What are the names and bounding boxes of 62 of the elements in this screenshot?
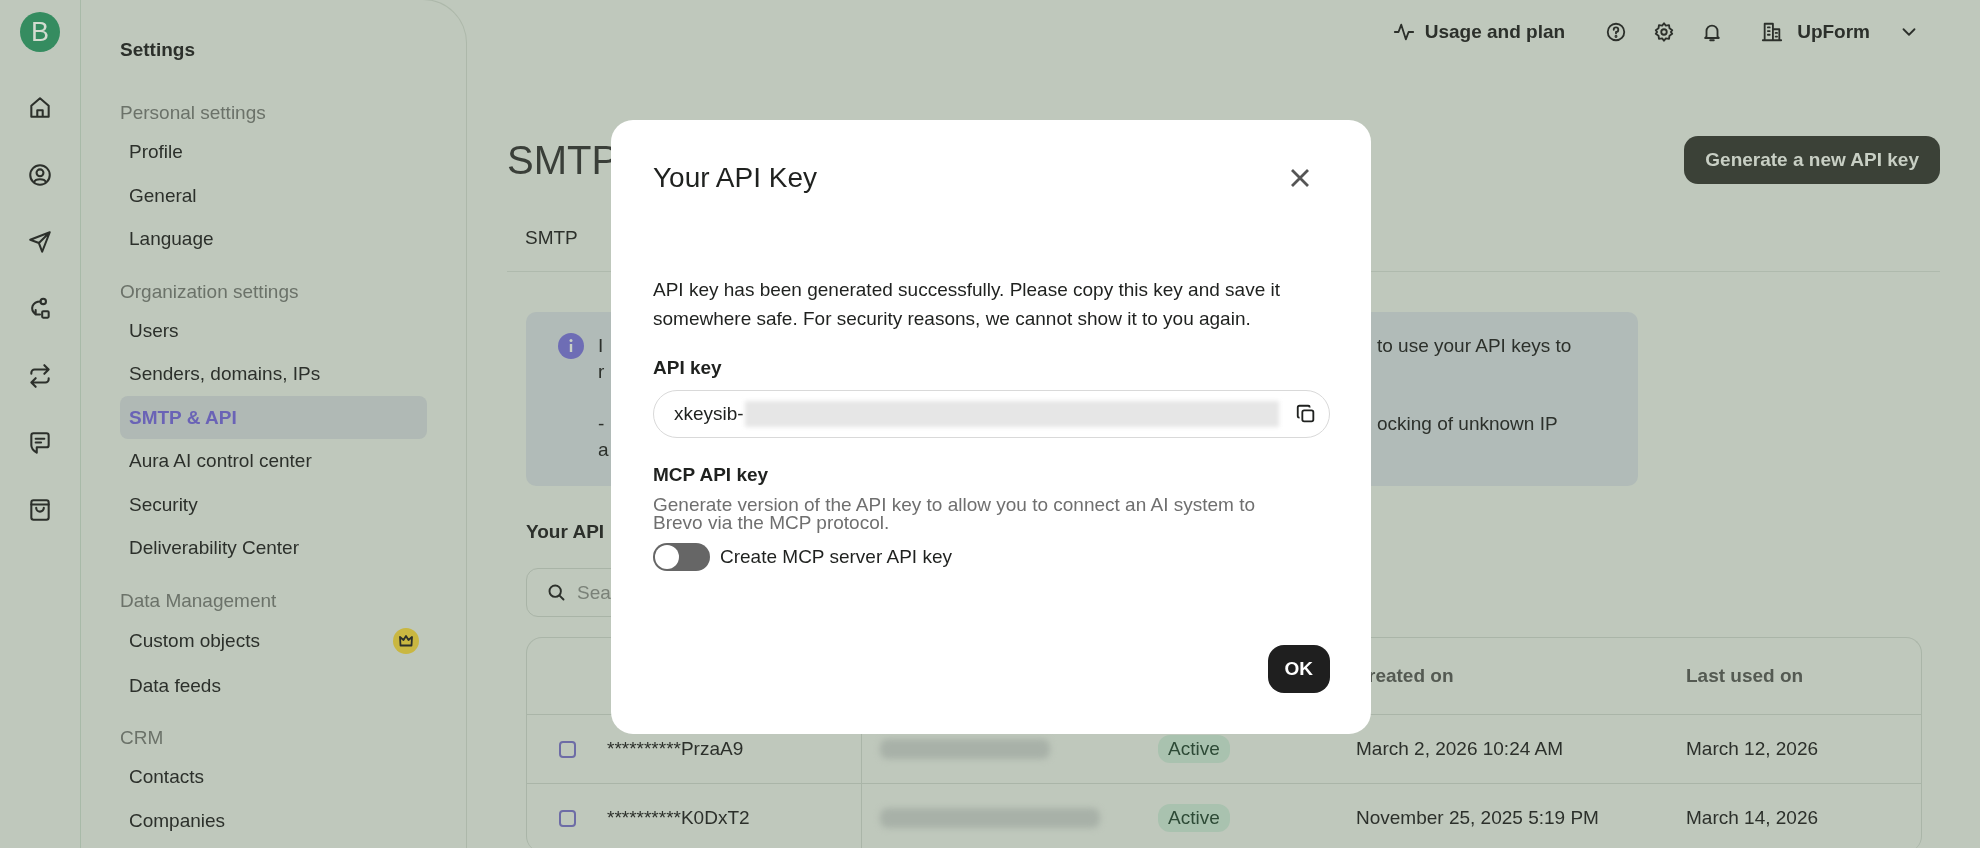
chat-icon[interactable] (27, 430, 53, 456)
sync-icon[interactable] (27, 363, 53, 389)
column-header: Last used on (1686, 665, 1805, 687)
generate-api-key-button[interactable]: Generate a new API key (1684, 136, 1940, 184)
info-icon (558, 333, 584, 359)
info-text: to use your API keys to (1377, 335, 1572, 357)
table-cell-text: **********K0DxT2 (607, 806, 751, 830)
dialog-title: Your API Key (653, 162, 817, 194)
table-cell-text: March 12, 2026 (1686, 737, 1820, 761)
info-text: r (598, 361, 605, 382)
field-label: API key (653, 356, 723, 380)
section-label: Personal settings (120, 101, 266, 125)
settings-item[interactable]: Profile (120, 130, 427, 174)
ok-button[interactable]: OK (1267, 645, 1330, 693)
table-cell-text: March 2, 2026 10:24 AM (1356, 737, 1564, 761)
search-icon (546, 582, 567, 603)
info-text: ocking of unknown IP (1377, 413, 1558, 435)
tab[interactable]: SMTP (507, 214, 596, 271)
info-text: I (598, 335, 604, 356)
settings-item[interactable]: Custom objects (120, 617, 427, 664)
settings-item[interactable]: Senders, domains, IPs (120, 352, 427, 396)
section-label: Data Management (120, 588, 277, 613)
organization-switcher[interactable]: UpForm (1761, 21, 1920, 43)
settings-item[interactable]: Companies (120, 798, 427, 842)
row-checkbox[interactable] (558, 740, 576, 758)
activity-icon (1392, 21, 1415, 43)
contact-icon[interactable] (27, 162, 53, 188)
info-text: a (598, 439, 609, 460)
section-label: Organization settings (120, 279, 299, 304)
shopping-bag-icon[interactable] (27, 497, 53, 523)
settings-item[interactable]: Aura AI control center (120, 439, 427, 483)
home-icon[interactable] (27, 95, 53, 121)
row-checkbox[interactable] (558, 809, 576, 827)
page-title: SMTP (507, 137, 619, 183)
settings-item[interactable]: Contacts (120, 755, 427, 799)
help-text: Generate version of the API key to allow you to connect an AI system to Brevo via the MCP protocol. (653, 496, 1256, 532)
send-icon[interactable] (27, 229, 53, 255)
copy-icon[interactable] (1295, 403, 1317, 425)
settings-item[interactable]: Deliverability Center (120, 526, 427, 570)
table-cell-text: March 14, 2026 (1686, 806, 1820, 830)
dialog-message: API key has been generated successfully. Please copy this key and save it somewhere safe. For security reasons, we cannot show it to you again. (653, 278, 1281, 331)
usage-and-plan-link[interactable]: Usage and plan (1392, 21, 1566, 43)
table-cell-text: November 25, 2025 5:19 PM (1356, 806, 1600, 830)
section-label: CRM (120, 726, 164, 750)
settings-heading: Settings (120, 38, 195, 62)
status-badge: Active (1158, 735, 1230, 763)
status-badge: Active (1158, 804, 1230, 832)
help-icon[interactable] (1605, 21, 1628, 43)
table-cell-text: **********PrzaA9 (607, 737, 745, 761)
settings-item[interactable]: General (120, 173, 427, 217)
settings-icon[interactable] (1653, 21, 1676, 43)
section-heading: Your API (526, 520, 605, 544)
settings-item[interactable]: Language (120, 217, 427, 261)
close-icon[interactable] (1290, 168, 1310, 188)
settings-item[interactable]: Data feeds (120, 663, 427, 707)
settings-item[interactable]: Security (120, 482, 427, 526)
toggle-label: Create MCP server API key (720, 546, 952, 568)
settings-item[interactable]: Users (120, 308, 427, 352)
toggle-switch[interactable] (653, 543, 710, 571)
info-text: - (598, 413, 605, 434)
building-icon (1761, 21, 1784, 43)
field-label: MCP API key (653, 463, 770, 487)
